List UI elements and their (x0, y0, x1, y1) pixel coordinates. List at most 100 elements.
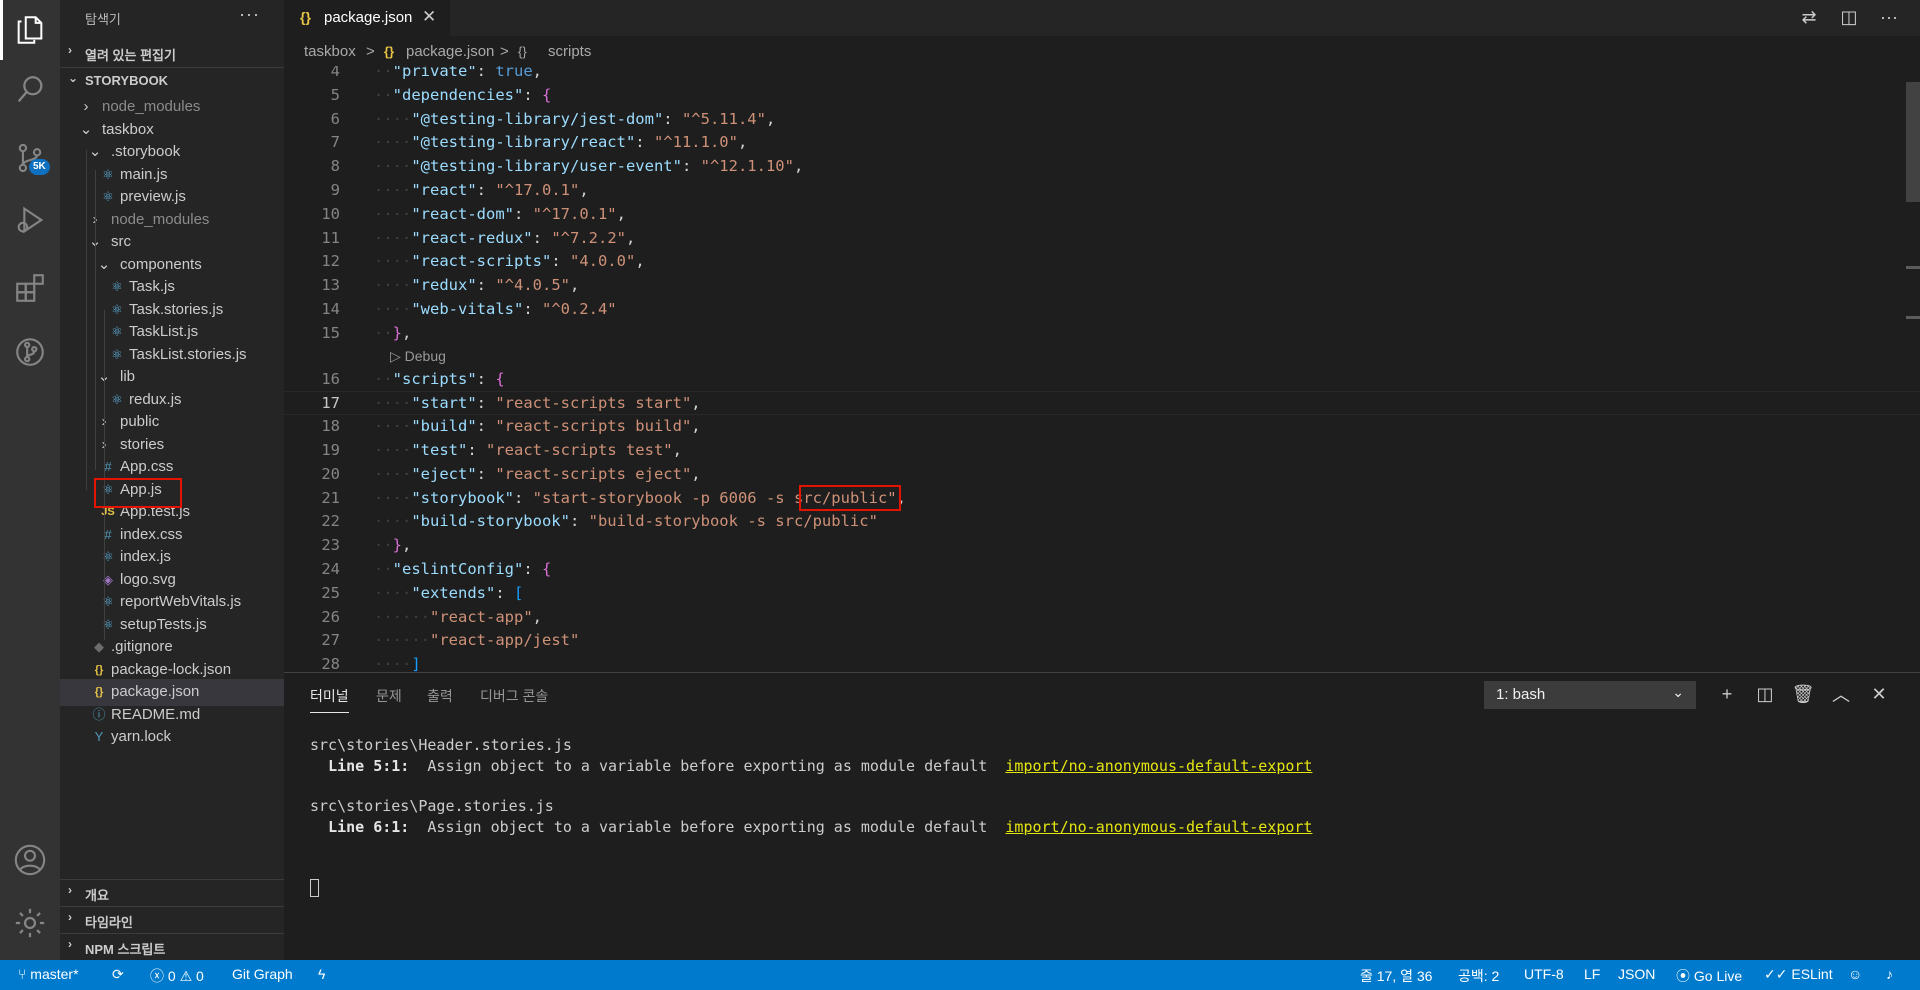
outline-section[interactable]: › 개요 (60, 879, 284, 905)
terminal-line: src\stories\Header.stories.js (310, 736, 572, 754)
git-file-icon: ◆ (94, 639, 104, 654)
code-content: ····"react": "^17.0.1", (374, 181, 589, 199)
lightning-icon[interactable]: ϟ (318, 966, 325, 982)
scrollbar-marker (1906, 316, 1920, 319)
workspace-label: STORYBOOK (85, 73, 169, 88)
code-editor[interactable]: 4 ··"private": true, 5 ··"dependencies": {6… (284, 66, 1920, 672)
code-token: "^5.11.4" (681, 109, 766, 128)
whitespace-marker: ···· (374, 441, 412, 459)
tree-item-label: node_modules (111, 210, 210, 228)
scrollbar-marker (1906, 266, 1920, 269)
tab-problems[interactable]: 문제 (376, 686, 402, 706)
maximize-panel-icon[interactable]: ︿ (1828, 681, 1854, 707)
line-number: 23 (321, 536, 340, 555)
git-graph-status[interactable]: Git Graph (232, 966, 293, 982)
close-icon[interactable]: ✕ (422, 7, 436, 27)
open-editors-section[interactable]: › 열려 있는 편집기 (60, 40, 284, 66)
code-token: : (663, 109, 682, 128)
sync-icon[interactable]: ⟳ (112, 966, 124, 983)
source-control-activity[interactable]: 5K (0, 128, 60, 188)
encoding-status[interactable]: UTF-8 (1524, 966, 1564, 982)
extensions-activity[interactable] (0, 258, 60, 318)
close-panel-icon[interactable]: ✕ (1866, 681, 1892, 707)
accounts-activity[interactable] (0, 830, 60, 890)
code-line: 8 ····"@testing-library/user-event": "^12… (284, 155, 1920, 179)
npm-scripts-section[interactable]: › NPM 스크립트 (60, 933, 284, 959)
code-token: "start" (411, 394, 477, 413)
tree-item-label: node_modules (102, 98, 201, 115)
go-live-status[interactable]: ⦿ Go Live (1676, 966, 1742, 986)
chevron-right-icon: › (83, 98, 89, 115)
code-token: "react" (411, 181, 477, 199)
code-token: , (691, 417, 701, 436)
line-number: 24 (321, 560, 340, 578)
split-terminal-icon[interactable]: ◫ (1752, 681, 1778, 707)
cursor-position[interactable]: 줄 17, 열 36 (1360, 966, 1432, 986)
breadcrumb-folder[interactable]: taskbox (304, 43, 356, 60)
code-token: , (616, 204, 626, 223)
code-token: "react-scripts test" (486, 441, 673, 459)
tree-item-label: lib (120, 368, 136, 385)
code-token: : (532, 228, 552, 247)
tree-item-label: logo.svg (120, 570, 176, 588)
problems-status[interactable]: ⓧ 0 ⚠ 0 (150, 966, 204, 986)
more-actions-icon[interactable]: ··· (239, 4, 260, 25)
tree-item-label: Task.js (129, 278, 175, 295)
tab-package-json[interactable]: {} package.json ✕ (284, 0, 450, 36)
tab-debug-console[interactable]: 디버그 콘솔 (480, 686, 548, 706)
react-file-icon: ⚛ (111, 324, 123, 339)
timeline-section[interactable]: › 타임라인 (60, 906, 284, 932)
split-editor-icon[interactable]: ◫ (1838, 6, 1860, 28)
explorer-activity[interactable] (0, 0, 60, 60)
code-token: , (691, 464, 701, 483)
line-number: 27 (321, 631, 340, 650)
broadcast-icon: ⦿ (1676, 968, 1694, 984)
code-line: 28 ····] (284, 653, 1920, 672)
lint-rule-link[interactable]: import/no-anonymous-default-export (1005, 757, 1312, 775)
json-file-icon: {} (300, 9, 311, 25)
code-line: 7 ····"@testing-library/react": "^11.1.0"… (284, 131, 1920, 155)
manage-activity[interactable] (0, 893, 60, 953)
code-token: : (476, 66, 496, 80)
terminal-line: Line 5:1: Assign object to a variable be… (310, 757, 1312, 775)
editor-scrollbar-thumb[interactable] (1906, 82, 1920, 202)
warning-icon: ⚠ (175, 968, 197, 984)
workspace-section[interactable]: ⌄ STORYBOOK (60, 67, 284, 93)
breadcrumb-separator: > (366, 43, 375, 60)
terminal-select[interactable]: 1: bash ⌄ (1484, 681, 1696, 709)
tree-item-label: index.js (120, 548, 171, 565)
more-actions-icon[interactable]: ··· (1878, 6, 1900, 28)
run-debug-activity[interactable] (0, 190, 60, 250)
bell-icon[interactable]: ♪ (1886, 966, 1893, 982)
whitespace-marker: ·· (374, 66, 393, 80)
indentation-status[interactable]: 공백: 2 (1458, 966, 1499, 986)
tab-output[interactable]: 출력 (427, 686, 453, 706)
feedback-icon[interactable]: ☺ (1848, 966, 1862, 982)
tab-terminal[interactable]: 터미널 (310, 686, 349, 713)
code-token: , (402, 323, 412, 342)
git-graph-activity[interactable] (0, 322, 60, 382)
whitespace-marker: ·· (374, 536, 393, 555)
lint-rule-link[interactable]: import/no-anonymous-default-export (1005, 818, 1312, 836)
open-changes-icon[interactable]: ⇄ (1798, 6, 1820, 28)
line-number: 13 (321, 276, 340, 295)
eol-status[interactable]: LF (1584, 966, 1600, 982)
search-activity[interactable] (0, 60, 60, 120)
code-token: , (793, 157, 804, 176)
code-line: 20 ····"eject": "react-scripts eject", (284, 463, 1920, 487)
tree-item-label: components (120, 255, 202, 273)
debug-codelens[interactable]: ▷ Debug (390, 348, 446, 365)
tree-item[interactable]: Yyarn.lock (60, 724, 284, 751)
code-token: : (523, 560, 542, 578)
breadcrumb-file[interactable]: package.json (406, 43, 494, 60)
branch-status[interactable]: ⑂ master* (18, 966, 79, 982)
line-number: 17 (321, 394, 340, 413)
eslint-status[interactable]: ✓✓ ESLint (1764, 966, 1833, 983)
breadcrumb-symbol[interactable]: scripts (548, 43, 591, 60)
trash-icon[interactable]: 🗑 (1790, 681, 1816, 707)
breadcrumb: taskbox > {} package.json > {} scripts (284, 36, 1920, 66)
code-line: 6 ····"@testing-library/jest-dom": "^5.11… (284, 108, 1920, 132)
outline-label: 개요 (85, 888, 109, 903)
new-terminal-icon[interactable]: + (1714, 681, 1740, 707)
language-status[interactable]: JSON (1618, 966, 1655, 982)
